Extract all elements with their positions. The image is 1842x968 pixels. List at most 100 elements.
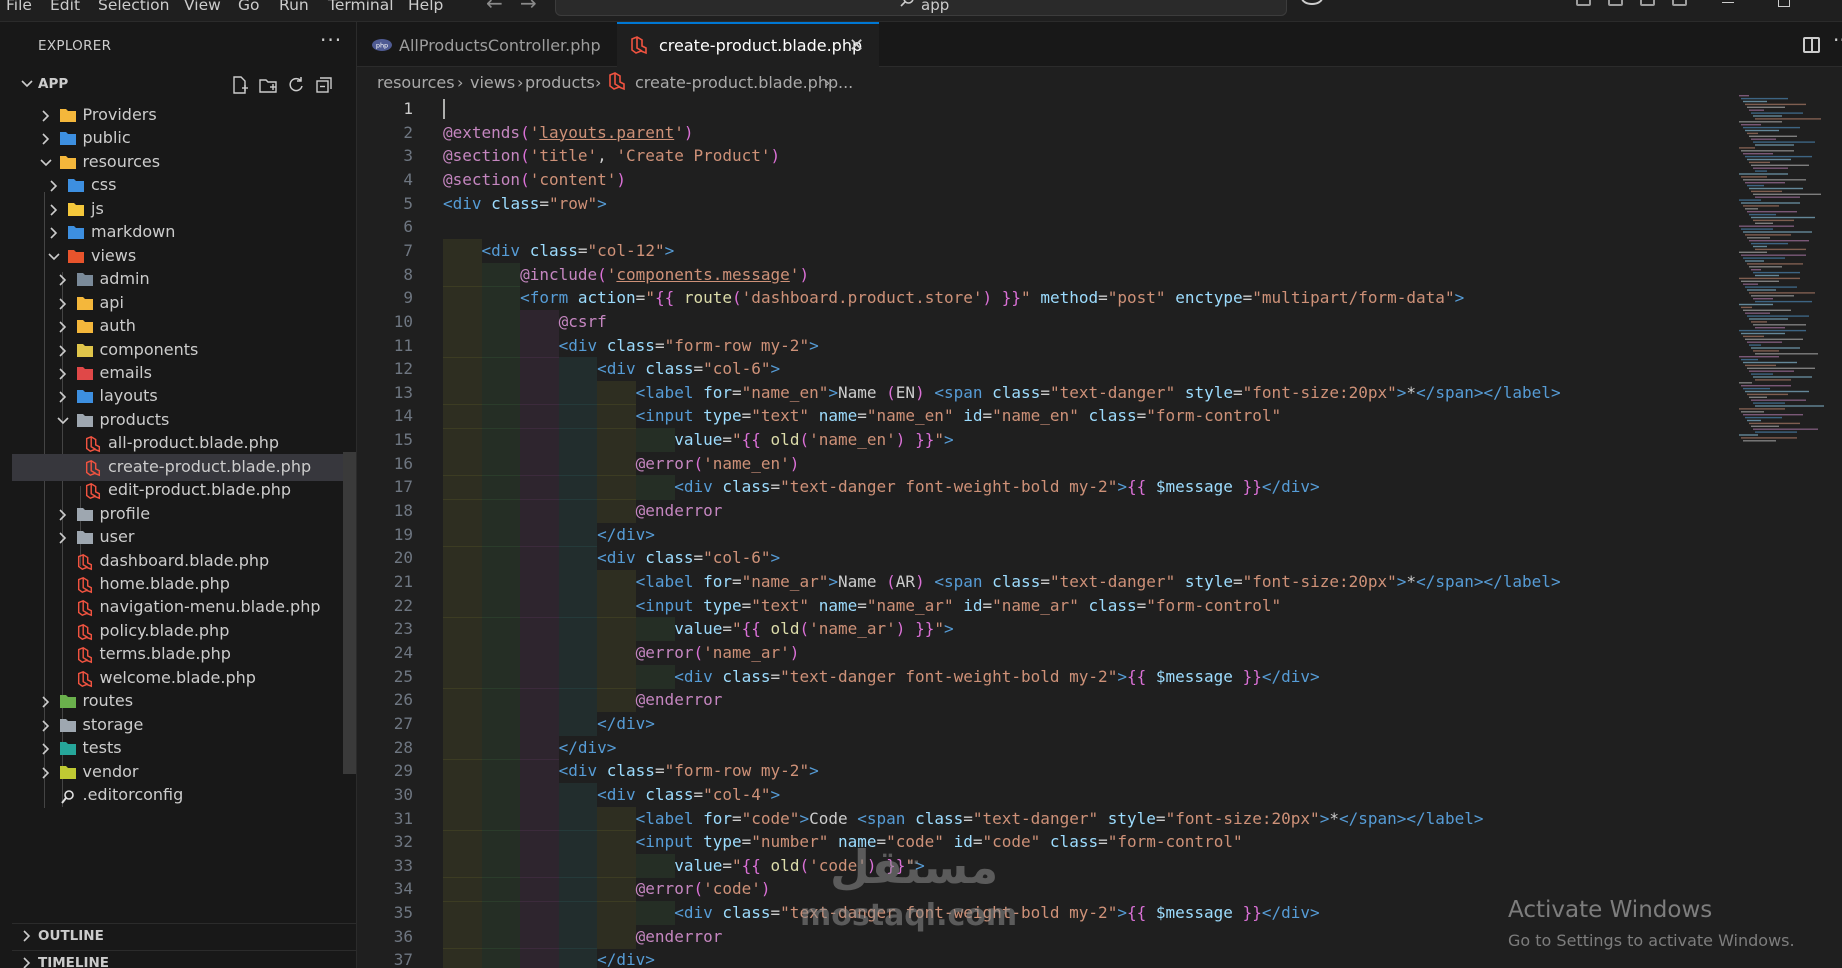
minimap-line xyxy=(1747,106,1785,108)
outline-section-header[interactable]: OUTLINE xyxy=(12,923,356,949)
minimap-line xyxy=(1743,387,1770,390)
code-line[interactable]: <div class="col-6"> xyxy=(443,548,780,567)
code-line[interactable]: <div class="text-danger font-weight-bold… xyxy=(443,667,1319,686)
split-editor-icon[interactable] xyxy=(1803,37,1820,53)
tree-item-label: storage xyxy=(82,714,144,734)
more-actions-icon[interactable]: ··· xyxy=(320,28,342,52)
more-actions-icon[interactable]: ··· xyxy=(1833,28,1842,52)
tree-item-label: Providers xyxy=(82,105,157,124)
tree-item-label: auth xyxy=(99,316,136,336)
command-center[interactable]: app xyxy=(555,0,1287,16)
forward-arrow-icon[interactable]: → xyxy=(520,0,537,15)
code-line[interactable]: @extends('layouts.parent') xyxy=(443,123,693,142)
menu-edit[interactable]: Edit xyxy=(50,0,80,14)
tree-item-label: layouts xyxy=(99,386,158,406)
tree-item-label: terms.blade.php xyxy=(99,644,231,664)
code-line[interactable]: <div class="col-12"> xyxy=(443,241,675,260)
menu-selection[interactable]: Selection xyxy=(98,0,169,14)
menu-view[interactable]: View xyxy=(184,0,221,14)
timeline-label: TIMELINE xyxy=(38,955,110,968)
menu-go[interactable]: Go xyxy=(238,0,260,14)
code-line[interactable]: @error('name_ar') xyxy=(443,643,800,662)
workspace-section-header[interactable]: APP xyxy=(12,72,356,98)
code-line[interactable]: <div class="form-row my-2"> xyxy=(443,336,819,355)
code-line[interactable]: <div class="col-6"> xyxy=(443,359,780,378)
code-line[interactable]: <label for="code">Code <span class="text… xyxy=(443,809,1484,828)
code-line[interactable]: <div class="row"> xyxy=(443,194,607,213)
code-line[interactable]: @enderror xyxy=(443,501,723,520)
code-line[interactable]: @include('components.message') xyxy=(443,265,809,284)
menu-run[interactable]: Run xyxy=(279,0,309,14)
folder-profile-icon xyxy=(76,506,94,522)
minimap-line xyxy=(1755,196,1800,198)
collapse-all-icon[interactable] xyxy=(314,75,334,95)
toggle-panel-icon[interactable] xyxy=(1640,0,1655,6)
breadcrumb-item[interactable]: products xyxy=(525,73,595,92)
refresh-icon[interactable] xyxy=(286,75,306,95)
code-line[interactable]: <div class="text-danger font-weight-bold… xyxy=(443,477,1319,496)
code-line[interactable]: @enderror xyxy=(443,690,723,709)
code-line[interactable]: <div class="col-4"> xyxy=(443,785,780,804)
code-line[interactable]: <label for="name_ar">Name (AR) <span cla… xyxy=(443,572,1561,591)
code-line[interactable]: @error('code') xyxy=(443,879,771,898)
minimap[interactable] xyxy=(1737,95,1842,455)
code-editor[interactable]: 1 2 3 4 5 6 7 8 9 10 11 12 13 14 15 16 17 18 19 20 21 22 23 24 2… xyxy=(357,95,1842,968)
code-line[interactable]: @error('name_en') xyxy=(443,454,800,473)
code-line[interactable]: </div> xyxy=(443,525,655,544)
code-line[interactable]: @csrf xyxy=(443,312,607,331)
minimap-line xyxy=(1751,373,1773,375)
breadcrumb-item[interactable]: create-product.blade.php xyxy=(635,73,838,92)
menu-file[interactable]: File xyxy=(6,0,32,14)
code-line[interactable]: value="{{ old('name_en') }}"> xyxy=(443,430,953,449)
minimap-line xyxy=(1755,379,1791,381)
minimap-line xyxy=(1749,213,1776,216)
folder-providers-icon xyxy=(59,107,77,123)
code-line[interactable]: @section('content') xyxy=(443,170,626,189)
minimap-line xyxy=(1755,118,1821,120)
tree-file-editorconfig[interactable]: .editorconfig xyxy=(12,782,356,809)
new-folder-icon[interactable] xyxy=(258,75,278,95)
tree-item-label: vendor xyxy=(82,761,139,781)
copilot-icon[interactable] xyxy=(1300,0,1340,12)
breadcrumb-item[interactable]: views xyxy=(470,73,515,92)
menu-help[interactable]: Help xyxy=(408,0,443,14)
back-arrow-icon[interactable]: ← xyxy=(486,0,503,15)
minimap-line xyxy=(1753,271,1800,274)
folder-admin-icon xyxy=(76,271,94,287)
minimap-line xyxy=(1741,385,1791,387)
toggle-sidebar-icon[interactable] xyxy=(1608,0,1623,6)
minimap-line xyxy=(1747,367,1815,369)
tab-all-products-controller[interactable]: php AllProductsController.php xyxy=(357,22,615,67)
close-icon[interactable]: ✕ xyxy=(849,35,864,56)
tab-create-product-blade[interactable]: create-product.blade.php ✕ xyxy=(617,22,879,67)
breadcrumb-item[interactable]: ... xyxy=(838,73,853,92)
code-line[interactable]: <div class="form-row my-2"> xyxy=(443,761,819,780)
chevron-down-icon xyxy=(56,413,70,432)
minimap-line xyxy=(1753,376,1812,378)
minimap-line xyxy=(1743,309,1791,311)
minimize-icon[interactable] xyxy=(1722,2,1734,3)
menu-terminal[interactable]: Terminal xyxy=(328,0,394,14)
code-line[interactable]: </div> xyxy=(443,950,655,968)
timeline-section-header[interactable]: TIMELINE xyxy=(12,950,356,968)
toggle-secondary-sidebar-icon[interactable] xyxy=(1672,0,1687,6)
code-line[interactable]: </div> xyxy=(443,738,617,757)
breadcrumb-item[interactable]: resources xyxy=(377,73,455,92)
code-line[interactable]: <label for="name_en">Name (EN) <span cla… xyxy=(443,383,1561,402)
code-line[interactable]: <input type="text" name="name_en" id="na… xyxy=(443,406,1281,425)
line-number: 17 xyxy=(393,477,413,497)
code-line[interactable]: <form action="{{ route('dashboard.produc… xyxy=(443,288,1464,307)
code-line[interactable]: <input type="text" name="name_ar" id="na… xyxy=(443,596,1281,615)
code-line[interactable]: @enderror xyxy=(443,927,723,946)
customize-layout-icon[interactable] xyxy=(1576,0,1591,6)
minimap-line xyxy=(1743,440,1776,442)
code-line[interactable]: @section('title', 'Create Product') xyxy=(443,146,780,165)
new-file-icon[interactable] xyxy=(230,75,250,95)
maximize-icon[interactable] xyxy=(1778,0,1790,7)
code-line[interactable]: </div> xyxy=(443,714,655,733)
line-number: 7 xyxy=(403,240,413,260)
minimap-line xyxy=(1751,321,1767,323)
minimap-line xyxy=(1753,428,1818,430)
code-line[interactable]: value="{{ old('name_ar') }}"> xyxy=(443,619,953,638)
sidebar-scrollbar[interactable] xyxy=(343,452,356,774)
